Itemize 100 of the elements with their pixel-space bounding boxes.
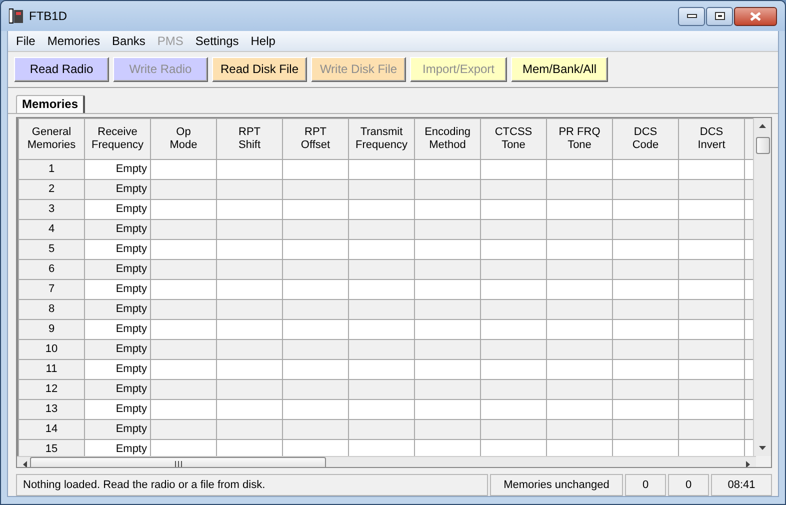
table-cell[interactable] [348, 259, 414, 280]
table-cell[interactable] [612, 439, 678, 456]
table-cell[interactable] [678, 399, 744, 420]
column-header[interactable]: Encoding Method [414, 118, 480, 160]
table-cell[interactable] [480, 319, 546, 340]
table-cell[interactable] [612, 359, 678, 380]
table-cell[interactable] [216, 179, 282, 200]
row-header[interactable]: 11 [18, 359, 84, 380]
table-cell[interactable] [678, 299, 744, 320]
table-cell[interactable] [480, 199, 546, 220]
table-cell[interactable] [348, 419, 414, 440]
row-header[interactable]: 2 [18, 179, 84, 200]
table-cell[interactable] [216, 199, 282, 220]
table-cell[interactable] [414, 299, 480, 320]
table-cell[interactable] [546, 199, 612, 220]
table-cell[interactable] [546, 319, 612, 340]
table-cell[interactable] [150, 399, 216, 420]
table-cell[interactable] [216, 279, 282, 300]
table-cell[interactable] [480, 419, 546, 440]
table-cell[interactable] [282, 419, 348, 440]
table-cell[interactable] [216, 339, 282, 360]
scroll-thumb[interactable] [30, 457, 326, 468]
table-cell[interactable] [282, 159, 348, 180]
table-cell[interactable] [216, 299, 282, 320]
table-cell[interactable] [216, 239, 282, 260]
table-cell[interactable] [546, 439, 612, 456]
table-cell[interactable] [348, 439, 414, 456]
row-header[interactable]: 8 [18, 299, 84, 320]
table-cell[interactable] [216, 219, 282, 240]
table-cell[interactable] [216, 399, 282, 420]
right-arrow-icon[interactable] [746, 460, 750, 468]
table-cell[interactable] [348, 379, 414, 400]
row-header[interactable]: 9 [18, 319, 84, 340]
table-cell[interactable] [216, 379, 282, 400]
close-button[interactable] [734, 6, 777, 26]
table-cell[interactable] [414, 219, 480, 240]
table-cell[interactable] [678, 419, 744, 440]
table-cell[interactable] [612, 219, 678, 240]
table-cell[interactable] [150, 439, 216, 456]
column-header[interactable]: Transmit Frequency [348, 118, 414, 160]
table-cell[interactable] [282, 359, 348, 380]
table-cell[interactable]: Empty [84, 419, 150, 440]
table-cell[interactable] [480, 439, 546, 456]
table-cell[interactable] [678, 319, 744, 340]
table-cell[interactable] [480, 259, 546, 280]
table-cell[interactable] [414, 279, 480, 300]
table-cell[interactable] [348, 399, 414, 420]
row-header[interactable]: 7 [18, 279, 84, 300]
toolbar-button[interactable]: Read Radio [14, 56, 109, 82]
table-cell[interactable]: Empty [84, 239, 150, 260]
table-cell[interactable] [612, 399, 678, 420]
table-cell[interactable]: Empty [84, 159, 150, 180]
table-cell[interactable]: Empty [84, 399, 150, 420]
toolbar-button[interactable]: Read Disk File [212, 56, 307, 82]
row-header[interactable]: 15 [18, 439, 84, 456]
tab[interactable]: Memories [16, 94, 86, 113]
table-cell[interactable] [282, 319, 348, 340]
table-cell[interactable] [414, 199, 480, 220]
table-cell[interactable]: Empty [84, 319, 150, 340]
table-cell[interactable] [414, 179, 480, 200]
table-cell[interactable] [612, 179, 678, 200]
table-cell[interactable] [150, 279, 216, 300]
table-cell[interactable] [282, 239, 348, 260]
table-cell[interactable] [546, 299, 612, 320]
table-cell[interactable] [612, 319, 678, 340]
table-cell[interactable] [546, 279, 612, 300]
table-cell[interactable] [414, 379, 480, 400]
table-cell[interactable] [348, 199, 414, 220]
table-cell[interactable] [348, 159, 414, 180]
table-cell[interactable] [546, 159, 612, 180]
table-cell[interactable] [348, 319, 414, 340]
table-cell[interactable] [282, 259, 348, 280]
table-cell[interactable] [150, 159, 216, 180]
table-cell[interactable] [480, 279, 546, 300]
menu-item[interactable]: File [10, 34, 42, 48]
row-header[interactable]: 4 [18, 219, 84, 240]
table-cell[interactable] [216, 319, 282, 340]
table-cell[interactable] [480, 399, 546, 420]
table-cell[interactable] [414, 239, 480, 260]
table-cell[interactable] [480, 159, 546, 180]
table-cell[interactable] [546, 179, 612, 200]
table-cell[interactable] [216, 439, 282, 456]
table-cell[interactable] [480, 239, 546, 260]
horizontal-scrollbar[interactable] [17, 456, 756, 468]
table-cell[interactable] [282, 379, 348, 400]
column-header[interactable]: CTCSS Tone [480, 118, 546, 160]
table-cell[interactable]: Empty [84, 279, 150, 300]
table-cell[interactable] [150, 299, 216, 320]
table-cell[interactable] [282, 339, 348, 360]
table-cell[interactable] [414, 399, 480, 420]
table-cell[interactable] [480, 179, 546, 200]
table-cell[interactable] [546, 359, 612, 380]
vertical-scrollbar[interactable] [753, 118, 771, 456]
column-header[interactable]: RPT Shift [216, 118, 282, 160]
table-cell[interactable] [150, 259, 216, 280]
table-cell[interactable] [546, 339, 612, 360]
table-cell[interactable] [414, 339, 480, 360]
table-cell[interactable]: Empty [84, 439, 150, 456]
table-cell[interactable] [480, 359, 546, 380]
table-cell[interactable] [480, 339, 546, 360]
